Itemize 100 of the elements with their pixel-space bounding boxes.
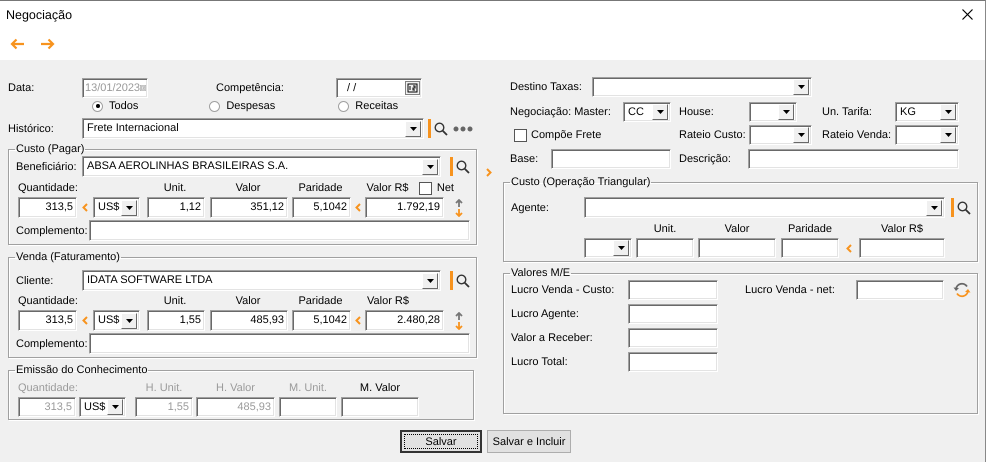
complement-field[interactable] xyxy=(88,220,470,241)
radio-label: Receitas xyxy=(355,100,398,112)
complement-field[interactable] xyxy=(88,333,470,354)
profit-field[interactable] xyxy=(628,352,718,372)
quantity-field[interactable]: 313,5 xyxy=(18,197,77,218)
radio-button[interactable] xyxy=(92,100,103,112)
party-dropdown[interactable]: IDATA SOFTWARE LTDA xyxy=(82,270,441,291)
value-field[interactable] xyxy=(698,238,776,258)
field-label: Paridade xyxy=(786,223,834,235)
date-field[interactable]: / / xyxy=(336,78,422,98)
history-dropdown[interactable]: Frete Internacional xyxy=(82,118,424,139)
party-dropdown[interactable]: ABSA AEROLINHAS BRASILEIRAS S.A. xyxy=(82,156,441,177)
more-icon[interactable] xyxy=(453,126,473,132)
field-label: Lucro Total: xyxy=(511,356,569,368)
field-label: Lucro Venda - Custo: xyxy=(511,284,616,296)
window-title: Negociação xyxy=(6,8,72,22)
currency-dropdown[interactable] xyxy=(584,238,632,258)
parity-field[interactable] xyxy=(781,238,839,258)
checkbox[interactable] xyxy=(514,128,527,142)
field-label: House: xyxy=(679,106,715,118)
caret-icon xyxy=(798,133,804,137)
house-dropdown[interactable] xyxy=(749,102,797,122)
caret-icon xyxy=(126,206,132,210)
value-field[interactable]: 351,12 xyxy=(210,197,288,218)
caret-icon xyxy=(656,110,664,114)
search-icon[interactable] xyxy=(957,200,971,214)
field-label: Base: xyxy=(510,153,540,165)
base-field[interactable] xyxy=(551,149,671,169)
unit-field[interactable] xyxy=(636,238,694,258)
value-brl-field[interactable]: 1.792,19 xyxy=(365,197,444,218)
field-label: Unit. xyxy=(162,182,188,194)
currency-dropdown[interactable]: US$ xyxy=(79,397,126,417)
action-button[interactable]: Salvar e Incluir xyxy=(487,430,571,453)
master-dropdown[interactable]: CC xyxy=(623,102,671,122)
field-label: Descrição: xyxy=(679,153,732,165)
profit-field[interactable] xyxy=(856,280,944,300)
input-field[interactable] xyxy=(341,397,419,417)
destination-dropdown[interactable] xyxy=(592,77,812,97)
field-label: Valor xyxy=(234,295,262,307)
field-label: Unit. xyxy=(162,295,188,307)
caret-icon xyxy=(798,85,804,89)
search-icon[interactable] xyxy=(456,160,470,174)
radio-label: Despesas xyxy=(226,100,276,112)
group-title: Venda (Faturamento) xyxy=(15,251,121,264)
radio-button[interactable] xyxy=(338,100,350,112)
parity-field[interactable]: 5,1042 xyxy=(292,197,351,218)
field-label: Lucro Venda - net: xyxy=(745,284,836,296)
unit-field[interactable]: 1,12 xyxy=(147,197,205,218)
caret-icon xyxy=(126,318,132,322)
field-label: Complemento: xyxy=(16,338,89,350)
checkbox-label: Compõe Frete xyxy=(531,129,602,141)
currency-dropdown[interactable]: US$ xyxy=(93,197,140,218)
caret-icon xyxy=(426,164,434,168)
sale-split-dropdown[interactable] xyxy=(895,125,959,145)
field-label: Valor R$ xyxy=(880,223,924,235)
unit-field[interactable]: 1,55 xyxy=(147,310,205,331)
tariff-unit-dropdown[interactable]: KG xyxy=(895,102,959,122)
parity-field[interactable]: 5,1042 xyxy=(292,310,351,331)
value-brl-field[interactable] xyxy=(859,238,945,258)
field-label: Complemento: xyxy=(16,224,89,236)
value-field[interactable]: 485,93 xyxy=(210,310,288,331)
currency-dropdown[interactable]: US$ xyxy=(93,310,140,331)
up-down-arrows-icon[interactable] xyxy=(455,198,463,216)
field-label: Un. Tarifa: xyxy=(822,106,873,118)
field-label: Valor a Receber: xyxy=(511,332,594,344)
profit-field[interactable] xyxy=(628,304,718,324)
radio-label: Todos xyxy=(109,100,138,112)
description-field[interactable] xyxy=(748,149,959,169)
field-label: Data: xyxy=(8,82,36,94)
profit-field[interactable] xyxy=(628,328,718,348)
field-label: M. Unit. xyxy=(288,382,328,394)
action-button[interactable]: Salvar xyxy=(400,430,482,453)
input-field[interactable] xyxy=(279,397,337,417)
refresh-icon[interactable] xyxy=(953,282,971,298)
field-label: Paridade xyxy=(297,182,344,194)
field-label: Valor R$ xyxy=(366,295,410,307)
caret-icon xyxy=(782,110,790,114)
quantity-field[interactable]: 313,5 xyxy=(18,310,77,331)
group-title: Custo (Pagar) xyxy=(15,143,86,156)
up-down-arrows-icon[interactable] xyxy=(455,312,463,330)
field-label: Competência: xyxy=(216,82,285,94)
field-label: Quantidade: xyxy=(18,295,79,307)
field-label: Cliente: xyxy=(16,274,54,286)
calendar-icon[interactable] xyxy=(405,81,420,95)
field-label: Agente: xyxy=(511,202,550,214)
field-label: Lucro Agente: xyxy=(511,308,580,320)
radio-button[interactable] xyxy=(209,100,220,112)
field-label: Valor xyxy=(724,223,750,235)
group-title: Valores M/E xyxy=(510,267,572,280)
checkbox[interactable] xyxy=(419,182,432,194)
value-brl-field[interactable]: 2.480,28 xyxy=(365,310,444,331)
agent-dropdown[interactable] xyxy=(584,197,945,218)
caret-icon xyxy=(112,405,118,409)
search-icon[interactable] xyxy=(456,274,470,288)
field-label: Rateio Venda: xyxy=(822,129,892,141)
close-icon[interactable] xyxy=(962,9,973,20)
cost-split-dropdown[interactable] xyxy=(749,125,812,145)
profit-field[interactable] xyxy=(628,280,718,300)
search-icon[interactable] xyxy=(434,122,448,136)
caret-icon xyxy=(410,126,416,130)
